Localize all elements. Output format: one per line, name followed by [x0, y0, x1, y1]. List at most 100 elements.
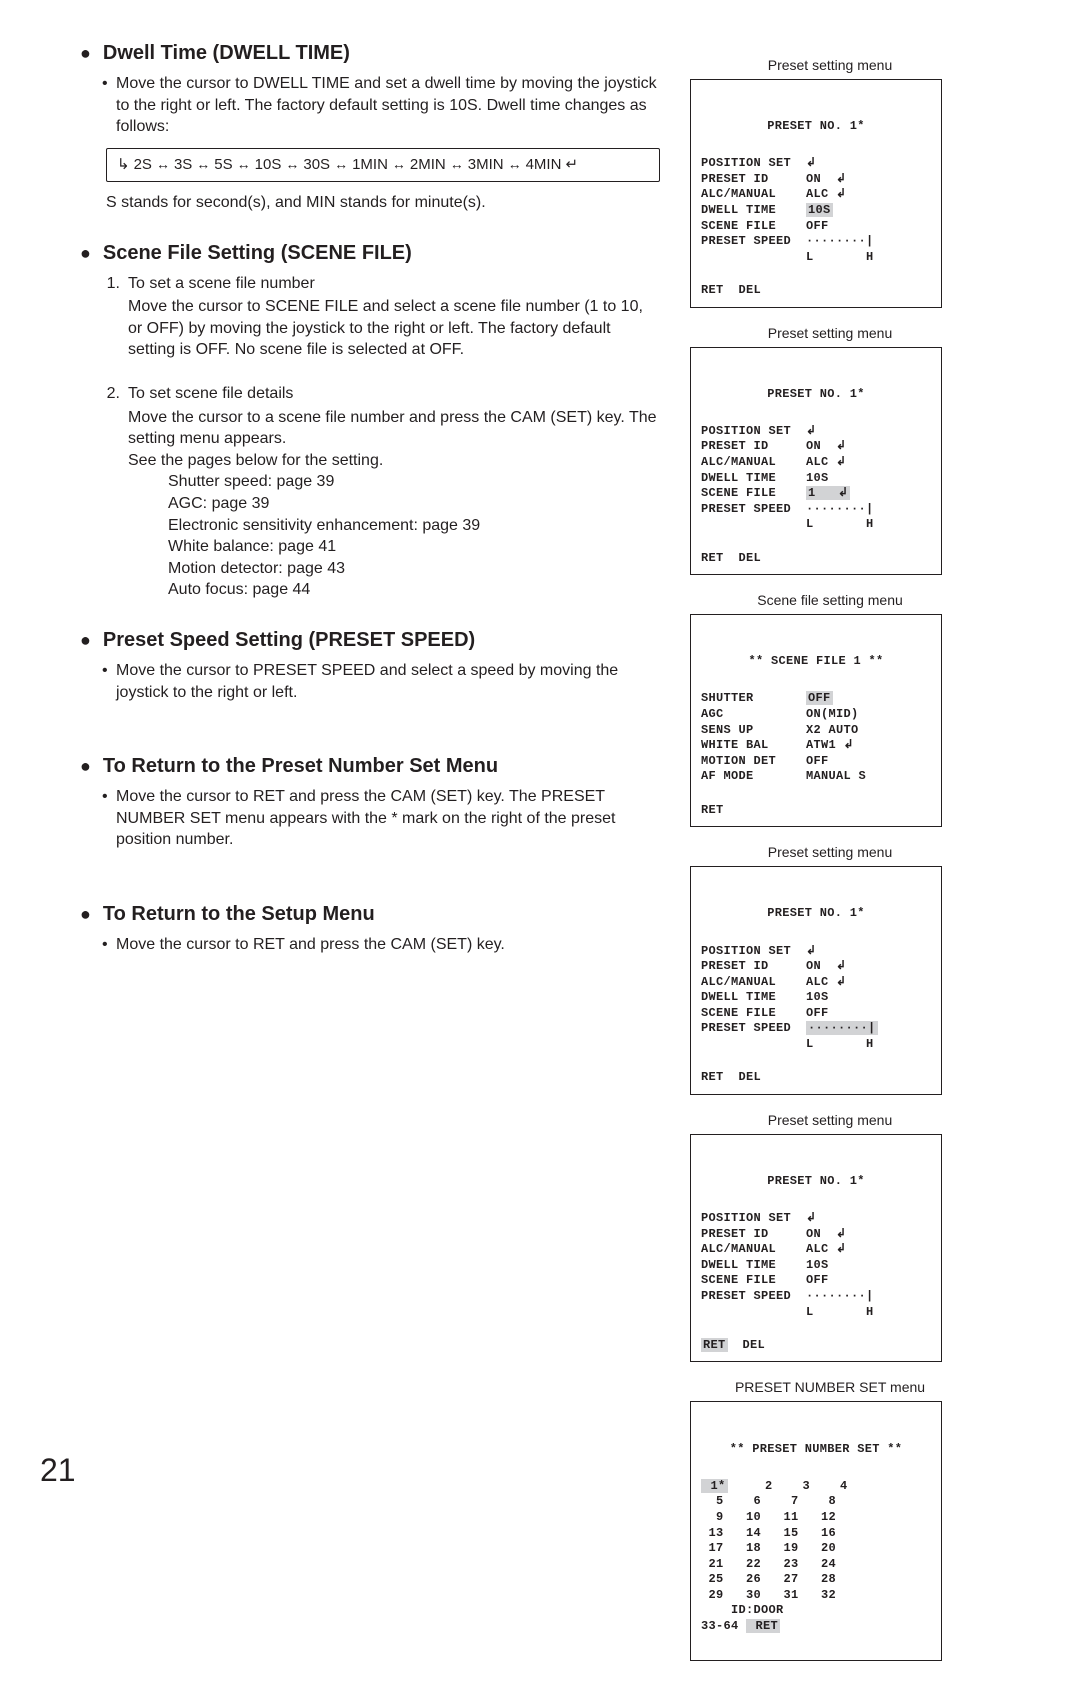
loop-arrow-right: ↵	[565, 155, 578, 175]
ref-motion: Motion detector: page 43	[168, 558, 660, 580]
arrow-icon	[196, 155, 210, 175]
osd4-l7: L H	[701, 1037, 874, 1051]
dwell-note: S stands for second(s), and MIN stands f…	[106, 192, 660, 214]
section-return-setup: To Return to the Setup Menu • Move the c…	[80, 901, 660, 956]
osd-preset-dwell: PRESET NO. 1* POSITION SET ↲ PRESET ID O…	[690, 79, 942, 308]
osd6-ret: RET	[746, 1619, 780, 1633]
osd5-l2: PRESET ID ON ↲	[701, 1227, 846, 1241]
osd4-title: PRESET NO. 1*	[701, 906, 931, 922]
loop-arrow-left: ↳	[117, 155, 130, 175]
osd2-title: PRESET NO. 1*	[701, 387, 931, 403]
osd2-scene-value: 1 ↲	[806, 486, 850, 500]
osd4-l3: ALC/MANUAL ALC ↲	[701, 975, 846, 989]
osd5-l5: SCENE FILE OFF	[701, 1273, 829, 1287]
osd6-r3: 9 10 11 12	[701, 1510, 836, 1524]
scene-item2-body1: Move the cursor to a scene file number a…	[128, 407, 660, 450]
returnsetup-body: Move the cursor to RET and press the CAM…	[116, 934, 505, 956]
osd5-l4: DWELL TIME 10S	[701, 1258, 829, 1272]
bullet: •	[102, 786, 110, 851]
osd2-footer: RET DEL	[701, 551, 931, 567]
osd2-l4: DWELL TIME 10S	[701, 471, 829, 485]
osd6-r7: 25 26 27 28	[701, 1572, 836, 1586]
osd1-l2: PRESET ID ON ↲	[701, 172, 846, 186]
osd5-l1: POSITION SET ↲	[701, 1211, 816, 1225]
osd5-l3: ALC/MANUAL ALC ↲	[701, 1242, 846, 1256]
ref-sens: Electronic sensitivity enhancement: page…	[168, 515, 660, 537]
seq-10s: 10S	[255, 155, 282, 175]
returnsetup-title: To Return to the Setup Menu	[80, 901, 660, 928]
osd1-dwell-label: DWELL TIME	[701, 203, 806, 217]
osd-preset-speed: PRESET NO. 1* POSITION SET ↲ PRESET ID O…	[690, 866, 942, 1095]
bullet: •	[102, 73, 110, 138]
osd2-l6: PRESET SPEED ········|	[701, 502, 874, 516]
osd-preset-number-set: ** PRESET NUMBER SET ** 1* 2 3 4 5 6 7 8…	[690, 1401, 942, 1661]
seq-2min: 2MIN	[410, 155, 446, 175]
osd2-l7: L H	[701, 517, 874, 531]
dwell-title: Dwell Time (DWELL TIME)	[80, 40, 660, 67]
osd6-r1: 2 3 4	[728, 1479, 848, 1493]
arrow-icon	[450, 155, 464, 175]
scenefile-title: Scene File Setting (SCENE FILE)	[80, 240, 660, 267]
caption-preset-2: Preset setting menu	[690, 324, 970, 343]
osd-scenefile-detail: ** SCENE FILE 1 ** SHUTTER OFF AGC ON(MI…	[690, 614, 942, 827]
page-number: 21	[40, 1449, 76, 1492]
osd5-ret: RET	[701, 1338, 728, 1352]
bullet: •	[102, 660, 110, 703]
osd5-l7: L H	[701, 1305, 874, 1319]
caption-preset-3: Preset setting menu	[690, 843, 970, 862]
arrow-icon	[334, 155, 348, 175]
presetspeed-title: Preset Speed Setting (PRESET SPEED)	[80, 627, 660, 654]
seq-30s: 30S	[303, 155, 330, 175]
osd6-current: 1*	[701, 1479, 728, 1493]
ref-agc: AGC: page 39	[168, 493, 660, 515]
arrow-icon	[508, 155, 522, 175]
osd5-del: DEL	[728, 1338, 766, 1352]
section-preset-speed: Preset Speed Setting (PRESET SPEED) • Mo…	[80, 627, 660, 703]
section-return-preset: To Return to the Preset Number Set Menu …	[80, 753, 660, 851]
ref-wb: White balance: page 41	[168, 536, 660, 558]
osd-preset-ret: PRESET NO. 1* POSITION SET ↲ PRESET ID O…	[690, 1134, 942, 1363]
osd6-r4: 13 14 15 16	[701, 1526, 836, 1540]
scene-item2-body2: See the pages below for the setting.	[128, 450, 660, 472]
scene-item1-head: To set a scene file number	[128, 273, 315, 295]
osd4-l2: PRESET ID ON ↲	[701, 959, 846, 973]
dwell-body: Move the cursor to DWELL TIME and set a …	[116, 73, 660, 138]
osd3-shutter-value: OFF	[806, 691, 833, 705]
section-scene-file: Scene File Setting (SCENE FILE) 1. To se…	[80, 240, 660, 601]
osd1-title: PRESET NO. 1*	[701, 119, 931, 135]
osd6-range: 33-64	[701, 1619, 746, 1633]
osd3-l5: MOTION DET OFF	[701, 754, 829, 768]
osd2-scene-label: SCENE FILE	[701, 486, 806, 500]
presetspeed-body: Move the cursor to PRESET SPEED and sele…	[116, 660, 660, 703]
osd1-l5: SCENE FILE OFF	[701, 219, 829, 233]
seq-2s: 2S	[134, 155, 152, 175]
osd-preset-scenefile: PRESET NO. 1* POSITION SET ↲ PRESET ID O…	[690, 347, 942, 576]
osd2-l3: ALC/MANUAL ALC ↲	[701, 455, 846, 469]
osd6-title: ** PRESET NUMBER SET **	[701, 1442, 931, 1458]
osd2-l2: PRESET ID ON ↲	[701, 439, 846, 453]
seq-4min: 4MIN	[526, 155, 562, 175]
ref-shutter: Shutter speed: page 39	[168, 471, 660, 493]
osd3-l6: AF MODE MANUAL S	[701, 769, 866, 783]
osd5-title: PRESET NO. 1*	[701, 1174, 931, 1190]
seq-3s: 3S	[174, 155, 192, 175]
arrow-icon	[285, 155, 299, 175]
osd3-footer: RET	[701, 803, 931, 819]
osd1-l7: L H	[701, 250, 874, 264]
osd3-shutter-label: SHUTTER	[701, 691, 806, 705]
osd4-l1: POSITION SET ↲	[701, 944, 816, 958]
returnpreset-body: Move the cursor to RET and press the CAM…	[116, 786, 660, 851]
osd1-l1: POSITION SET ↲	[701, 156, 816, 170]
osd3-title: ** SCENE FILE 1 **	[701, 654, 931, 670]
caption-preset-4: Preset setting menu	[690, 1111, 970, 1130]
osd4-footer: RET DEL	[701, 1070, 931, 1086]
osd2-l1: POSITION SET ↲	[701, 424, 816, 438]
caption-scenefile: Scene file setting menu	[690, 591, 970, 610]
osd1-footer: RET DEL	[701, 283, 931, 299]
osd1-dwell-value: 10S	[806, 203, 833, 217]
osd6-r8: 29 30 31 32	[701, 1588, 836, 1602]
osd3-l3: SENS UP X2 AUTO	[701, 723, 859, 737]
ref-af: Auto focus: page 44	[168, 579, 660, 601]
seq-3min: 3MIN	[468, 155, 504, 175]
seq-5s: 5S	[214, 155, 232, 175]
